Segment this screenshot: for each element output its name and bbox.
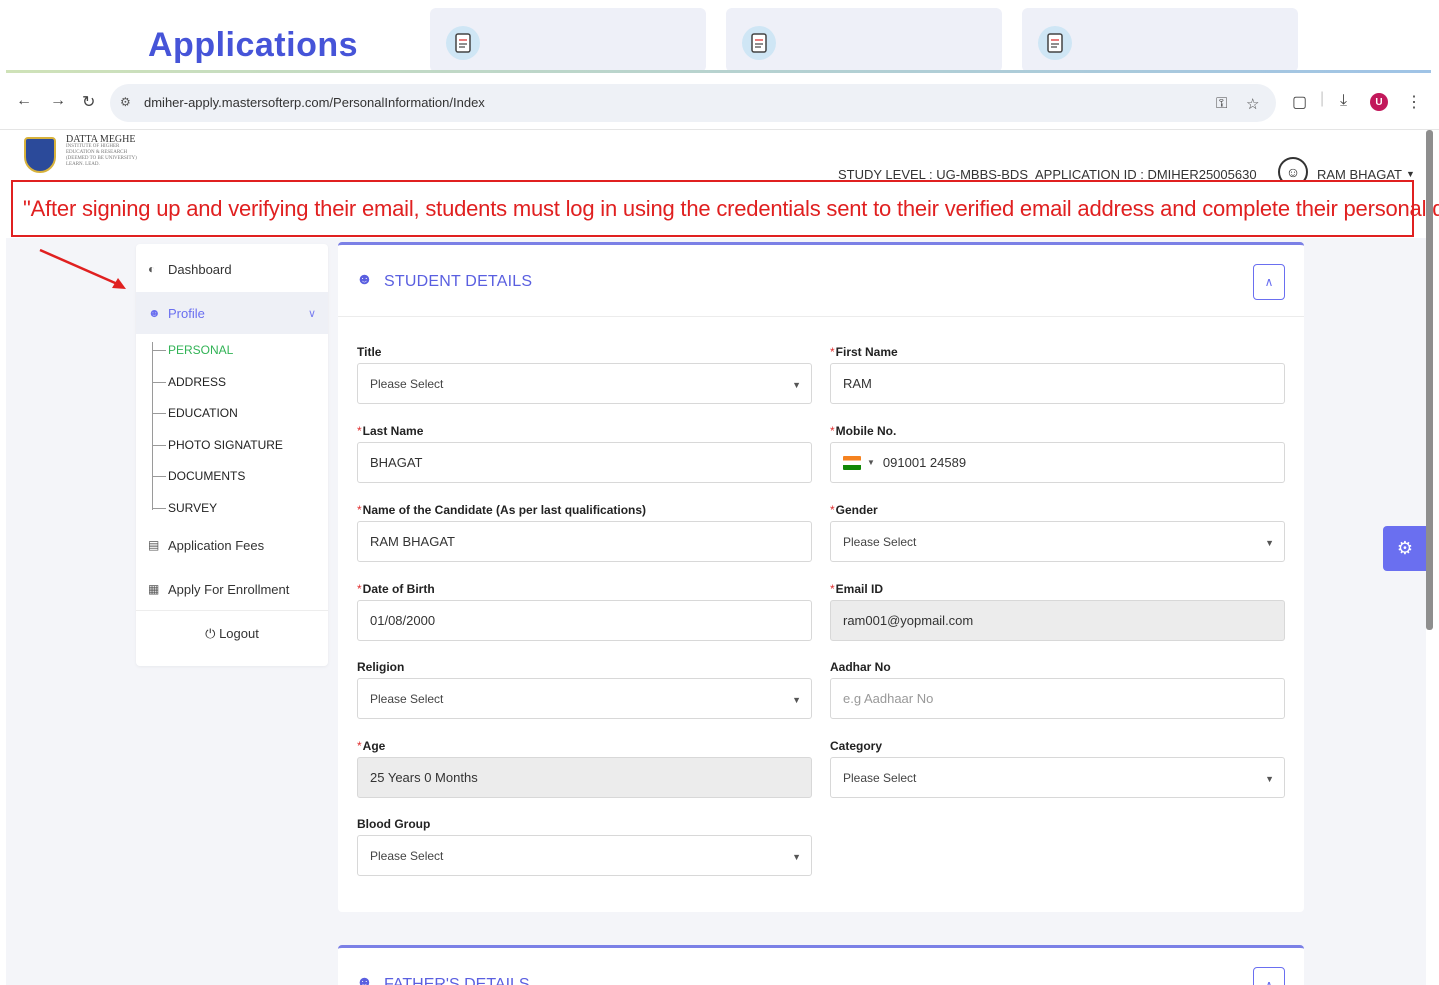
sidebar-subitem-documents[interactable]: DOCUMENTS <box>152 465 322 487</box>
mobile-input[interactable]: ▼ 091001 24589 <box>830 442 1285 483</box>
sidebar-subitem-address[interactable]: ADDRESS <box>152 371 322 393</box>
mobile-label: *Mobile No. <box>830 424 897 438</box>
email-input: ram001@yopmail.com <box>830 600 1285 641</box>
annotation-arrow-icon <box>39 248 126 289</box>
document-icon <box>446 26 480 60</box>
settings-button[interactable]: ⚙ <box>1383 526 1427 571</box>
caret-down-icon: ▼ <box>792 852 801 862</box>
profile-avatar[interactable]: U <box>1370 93 1388 111</box>
banner-divider <box>6 70 1431 73</box>
back-icon[interactable]: ← <box>16 92 32 110</box>
forward-icon[interactable]: → <box>50 92 66 110</box>
last-name-input[interactable]: BHAGAT <box>357 442 812 483</box>
first-name-label: *First Name <box>830 345 898 359</box>
user-icon: ☻ <box>148 306 161 320</box>
logo-text: DATTA MEGHE INSTITUTE OF HIGHER EDUCATIO… <box>66 134 137 168</box>
candidate-name-input[interactable]: RAM BHAGAT <box>357 521 812 562</box>
logout-button[interactable]: ⏻ Logout <box>136 626 328 642</box>
browser-toolbar: ← → ↻ ⚙ dmiher-apply.mastersofterp.com/P… <box>0 74 1439 130</box>
first-name-input[interactable]: RAM <box>830 363 1285 404</box>
page-scrollbar[interactable] <box>1426 130 1433 630</box>
user-menu-caret-icon[interactable]: ▼ <box>1406 169 1415 179</box>
sidebar-nav: ◐ Dashboard ☻ Profile ∨ PERSONAL ADDRESS… <box>136 244 328 666</box>
aadhar-input[interactable]: e.g Aadhaar No <box>830 678 1285 719</box>
caret-down-icon: ▼ <box>792 380 801 390</box>
age-label: *Age <box>357 739 386 753</box>
gender-select[interactable]: Please Select ▼ <box>830 521 1285 562</box>
instruction-annotation: "After signing up and verifying their em… <box>11 180 1439 237</box>
bookmark-star-icon[interactable]: ☆ <box>1246 95 1259 113</box>
chevron-down-icon: ∨ <box>307 307 316 320</box>
form-icon: ▦ <box>148 582 160 596</box>
dob-input[interactable]: 01/08/2000 <box>357 600 812 641</box>
sidebar-subitem-photo-signature[interactable]: PHOTO SIGNATURE <box>152 434 322 456</box>
download-icon[interactable]: ⤓ <box>1340 92 1347 110</box>
student-details-card: ☻ STUDENT DETAILS ∧ Title Please Select ▼… <box>338 242 1304 912</box>
card-title: STUDENT DETAILS <box>384 273 533 290</box>
category-label: Category <box>830 739 883 753</box>
annotation-text: "After signing up and verifying their em… <box>23 195 1439 221</box>
toolbar-separator: | <box>1320 90 1325 107</box>
applications-banner: Applications <box>0 0 1439 73</box>
address-bar[interactable]: ⚙ dmiher-apply.mastersofterp.com/Persona… <box>110 84 1276 122</box>
banner-title: Applications <box>148 26 359 64</box>
collapse-button[interactable]: ∧ <box>1253 967 1285 985</box>
blood-group-select[interactable]: Please Select ▼ <box>357 835 812 876</box>
sidebar-subitem-education[interactable]: EDUCATION <box>152 402 322 424</box>
site-info-icon[interactable]: ⚙ <box>120 95 131 109</box>
card-title: FATHER'S DETAILS <box>384 976 530 985</box>
religion-label: Religion <box>357 660 405 674</box>
sidebar-item-profile[interactable]: ☻ Profile ∨ <box>136 292 328 334</box>
caret-down-icon: ▼ <box>1265 538 1274 548</box>
extensions-icon[interactable]: ▢ <box>1292 92 1307 112</box>
sidebar-divider <box>136 610 328 611</box>
email-label: *Email ID <box>830 582 884 596</box>
card-header: ☻ STUDENT DETAILS ∧ <box>338 245 1304 317</box>
banner-card[interactable] <box>726 8 1002 72</box>
sidebar-item-application-fees[interactable]: ▤ Application Fees <box>136 526 328 564</box>
dob-label: *Date of Birth <box>357 582 435 596</box>
user-icon: ☻ <box>356 271 373 288</box>
caret-down-icon: ▼ <box>792 695 801 705</box>
reload-icon[interactable]: ↻ <box>82 92 95 112</box>
user-icon: ☻ <box>356 974 373 985</box>
religion-select[interactable]: Please Select ▼ <box>357 678 812 719</box>
url-text: dmiher-apply.mastersofterp.com/PersonalI… <box>144 95 485 110</box>
caret-down-icon[interactable]: ▼ <box>867 458 875 467</box>
menu-kebab-icon[interactable]: ⋮ <box>1406 92 1422 112</box>
caret-down-icon: ▼ <box>1265 774 1274 784</box>
candidate-name-label: *Name of the Candidate (As per last qual… <box>357 503 647 517</box>
banner-card[interactable] <box>1022 8 1298 72</box>
last-name-label: *Last Name <box>357 424 424 438</box>
dashboard-icon: ◐ <box>148 262 156 276</box>
title-label: Title <box>357 345 382 359</box>
sidebar-item-apply-enrollment[interactable]: ▦ Apply For Enrollment <box>136 570 328 608</box>
receipt-icon: ▤ <box>148 538 160 552</box>
sidebar-subitem-personal[interactable]: PERSONAL <box>152 339 322 361</box>
collapse-button[interactable]: ∧ <box>1253 264 1285 300</box>
document-icon <box>742 26 776 60</box>
title-select[interactable]: Please Select ▼ <box>357 363 812 404</box>
india-flag-icon[interactable] <box>843 455 861 470</box>
page-header: DATTA MEGHE INSTITUTE OF HIGHER EDUCATIO… <box>0 131 1439 187</box>
fathers-details-card: ☻ FATHER'S DETAILS ∧ <box>338 945 1304 985</box>
aadhar-label: Aadhar No <box>830 660 891 674</box>
chevron-up-icon: ∧ <box>1264 978 1274 985</box>
gear-icon: ⚙ <box>1396 538 1414 558</box>
sidebar-item-dashboard[interactable]: ◐ Dashboard <box>136 250 328 288</box>
chevron-up-icon: ∧ <box>1264 275 1274 289</box>
gender-label: *Gender <box>830 503 878 517</box>
document-icon <box>1038 26 1072 60</box>
university-logo <box>24 137 56 173</box>
sidebar-subitem-survey[interactable]: SURVEY <box>152 497 322 519</box>
blood-group-label: Blood Group <box>357 817 431 831</box>
power-icon: ⏻ <box>205 626 216 641</box>
password-key-icon[interactable]: ⚿ <box>1216 95 1227 112</box>
banner-card[interactable] <box>430 8 706 72</box>
category-select[interactable]: Please Select ▼ <box>830 757 1285 798</box>
age-input: 25 Years 0 Months <box>357 757 812 798</box>
